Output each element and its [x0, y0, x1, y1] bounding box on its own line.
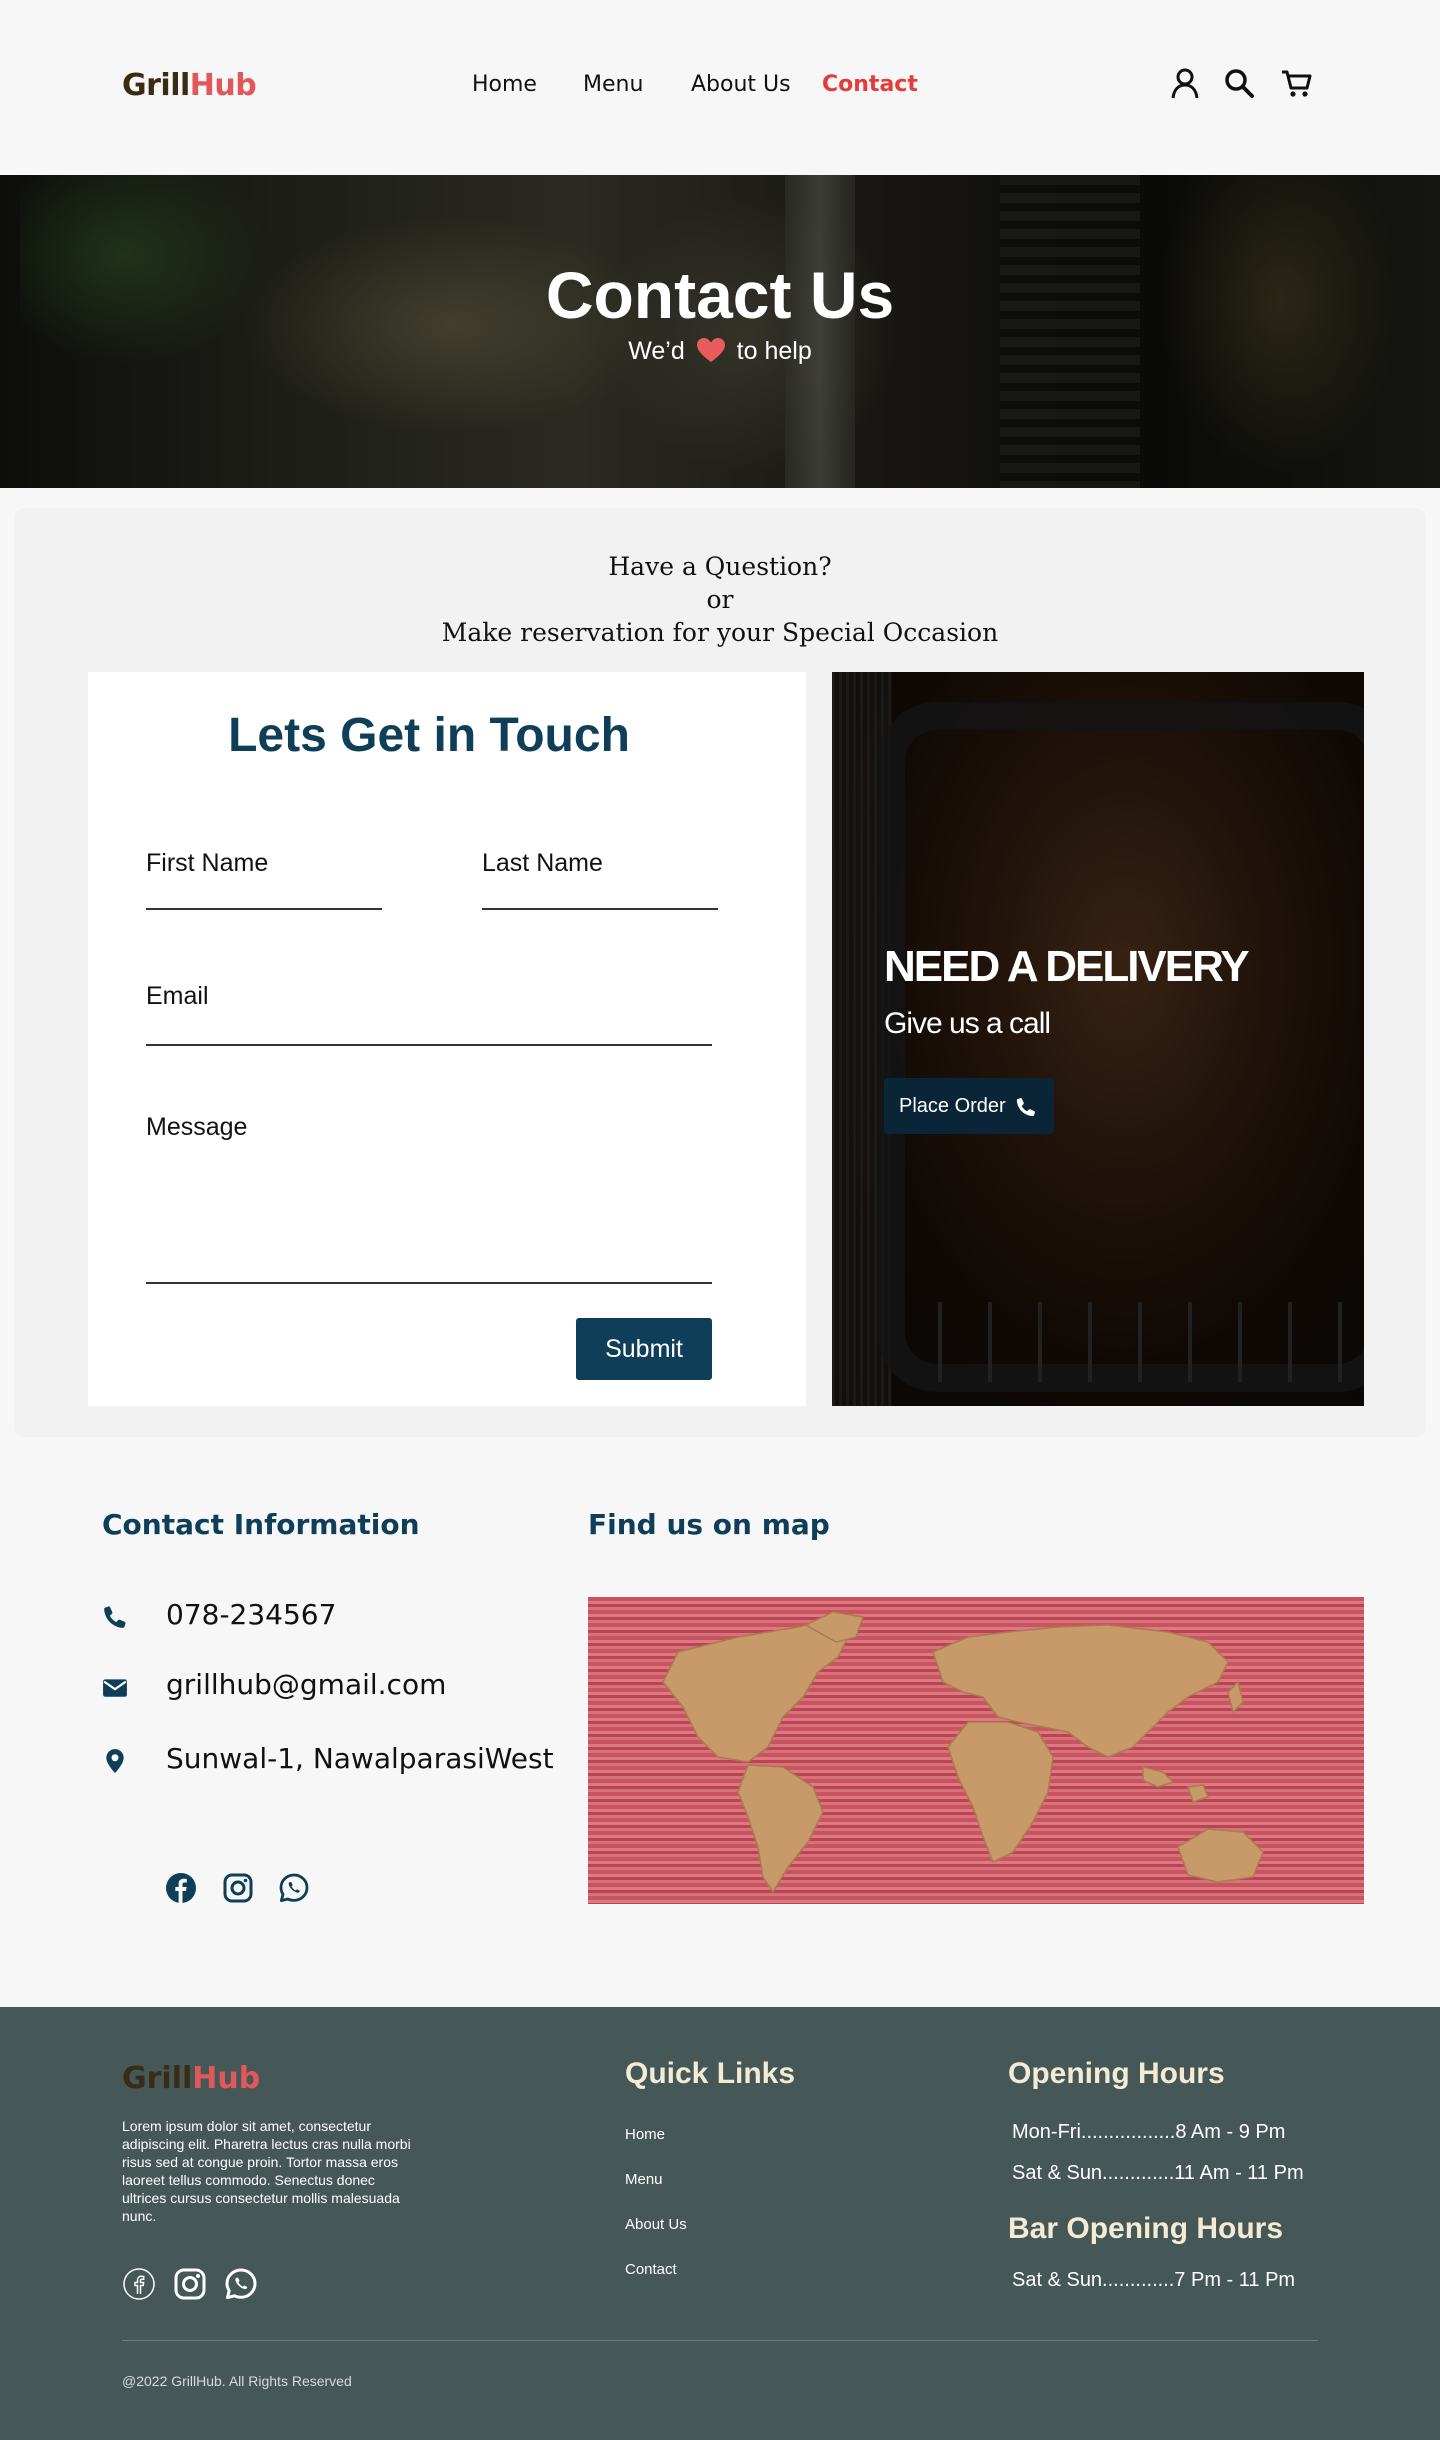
search-icon[interactable] [1222, 66, 1256, 100]
cart-icon[interactable] [1280, 66, 1314, 100]
contact-address: Sunwal-1, NawalparasiWest [166, 1742, 554, 1775]
first-name-field[interactable] [146, 872, 382, 910]
whatsapp-icon[interactable] [224, 2267, 258, 2301]
opening-hours-weekend: Sat & Sun.............11 Am - 11 Pm [1012, 2162, 1304, 2184]
place-order-button[interactable]: Place Order [884, 1078, 1054, 1134]
facebook-icon[interactable] [122, 2267, 156, 2301]
nav-contact[interactable]: Contact [822, 72, 918, 97]
place-order-label: Place Order [899, 1094, 1006, 1117]
footer-description: Lorem ipsum dolor sit amet, consectetur … [122, 2118, 411, 2224]
instagram-icon[interactable] [173, 2267, 207, 2301]
nav-menu[interactable]: Menu [583, 72, 643, 97]
tagline-after: to help [736, 337, 812, 365]
footer-link-contact[interactable]: Contact [625, 2261, 677, 2278]
email-field[interactable] [146, 1008, 712, 1046]
phone-icon [104, 1606, 126, 1628]
location-icon [106, 1749, 124, 1773]
hero-tagline: We’d to help [0, 337, 1440, 366]
intro-line-question: Have a Question? [608, 552, 832, 581]
map-image[interactable] [588, 1597, 1364, 1904]
footer-link-about-us[interactable]: About Us [625, 2216, 687, 2233]
form-title: Lets Get in Touch [228, 709, 630, 762]
footer-logo[interactable]: GrillHub [122, 2061, 260, 2096]
opening-hours-title: Opening Hours [1008, 2057, 1225, 2090]
nav-home[interactable]: Home [472, 72, 537, 97]
site-header: GrillHub Home Menu About Us Contact [0, 0, 1440, 168]
bar-hours-weekend: Sat & Sun.............7 Pm - 11 Pm [1012, 2269, 1296, 2291]
intro-line-reservation: Make reservation for your Special Occasi… [441, 618, 999, 647]
contact-panel: Have a Question? or Make reservation for… [14, 508, 1426, 1437]
submit-button[interactable]: Submit [576, 1318, 712, 1380]
tagline-before: We’d [628, 337, 685, 365]
footer-logo-part-grill: Grill [122, 2061, 193, 2096]
hero-banner: Contact Us We’d to help [0, 175, 1440, 488]
phone-icon [1016, 1098, 1035, 1117]
footer-divider [122, 2340, 1318, 2341]
footer-logo-part-hub: Hub [192, 2061, 261, 2096]
delivery-heading: NEED A DELIVERY [884, 942, 1250, 991]
mail-icon [103, 1679, 127, 1697]
contact-email[interactable]: grillhub@gmail.com [166, 1668, 446, 1701]
heart-icon [696, 338, 725, 362]
delivery-card: NEED A DELIVERY Give us a call Place Ord… [832, 672, 1364, 1406]
footer-link-menu[interactable]: Menu [625, 2171, 663, 2188]
facebook-icon[interactable] [165, 1872, 197, 1904]
user-icon[interactable] [1168, 66, 1202, 100]
intro-text: Have a Question? or Make reservation for… [14, 550, 1426, 649]
delivery-subheading: Give us a call [884, 1007, 1051, 1040]
contact-form: Lets Get in Touch First Name Last Name E… [88, 672, 806, 1406]
whatsapp-icon[interactable] [278, 1872, 310, 1904]
instagram-icon[interactable] [222, 1872, 254, 1904]
page-title: Contact Us [545, 258, 895, 332]
opening-hours-weekday: Mon-Fri.................8 Am - 9 Pm [1012, 2121, 1286, 2143]
quick-links-title: Quick Links [625, 2057, 796, 2090]
contact-phone[interactable]: 078-234567 [166, 1598, 336, 1631]
footer-link-home[interactable]: Home [625, 2126, 665, 2143]
message-label: Message [146, 1113, 248, 1141]
site-footer: GrillHub Lorem ipsum dolor sit amet, con… [0, 2007, 1440, 2440]
intro-line-or: or [706, 585, 734, 614]
hero-background-light [600, 195, 900, 475]
email-label: Email [146, 982, 209, 1010]
world-map-illustration [662, 1611, 1264, 1894]
last-name-field[interactable] [482, 872, 718, 910]
message-field[interactable] [146, 1150, 712, 1284]
copyright: @2022 GrillHub. All Rights Reserved [122, 2373, 352, 2389]
bar-hours-title: Bar Opening Hours [1008, 2212, 1284, 2245]
map-title: Find us on map [588, 1508, 830, 1541]
contact-info-title: Contact Information [102, 1508, 420, 1541]
nav-about-us[interactable]: About Us [691, 72, 791, 97]
